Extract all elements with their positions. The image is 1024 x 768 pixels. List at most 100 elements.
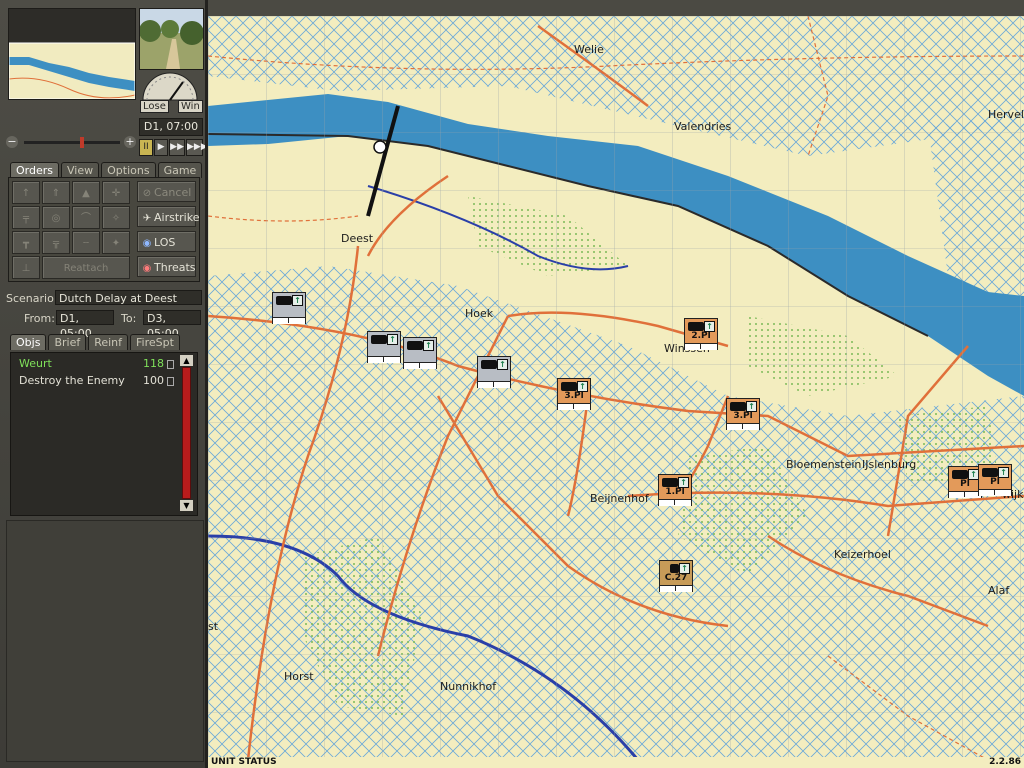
airstrike-button[interactable]: ✈ Airstrike: [137, 206, 200, 227]
cross-order-icon[interactable]: ┄: [72, 231, 100, 254]
tab-objs[interactable]: Objs: [10, 334, 47, 350]
tab-brief[interactable]: Brief: [48, 334, 87, 350]
bombard-order-icon[interactable]: ╦: [42, 231, 70, 254]
fast-move-order-icon[interactable]: ⇑: [42, 181, 70, 204]
unit-label: Pl: [960, 479, 970, 489]
scenario-label: Scenario:: [6, 292, 58, 305]
to-date-field: D3, 05:00: [143, 310, 201, 340]
scenario-name-field: Dutch Delay at Deest: [55, 290, 202, 305]
cancel-label: Cancel: [154, 186, 192, 199]
unit-counter[interactable]: ↑ Pl: [978, 464, 1012, 496]
unit-status-label: UNIT STATUS: [211, 757, 277, 767]
unit-counter[interactable]: ↑: [272, 292, 306, 324]
zoom-in-button[interactable]: +: [124, 136, 136, 148]
cancel-icon: ⊘: [142, 188, 152, 199]
unit-counter[interactable]: ↑ 1.Pl: [658, 474, 692, 506]
gauge-lose-label: Lose: [140, 100, 169, 113]
place-label-valendries: Valendries: [674, 120, 732, 133]
place-label-bloemenstein: Bloemenstein: [786, 458, 862, 471]
playback-controls: II ▶ ▶▶ ▶▶▶: [139, 139, 208, 156]
reattach-button[interactable]: Reattach: [42, 256, 130, 279]
place-label-horst: Horst: [284, 670, 314, 683]
checkbox-icon: [167, 376, 174, 386]
hold-order-icon[interactable]: ◎: [42, 206, 70, 229]
vehicle-icon: [952, 470, 968, 479]
place-label-beijnenhof: Beijnenhof: [590, 492, 649, 505]
place-label-keizerhoel: Keizerhoel: [834, 548, 891, 561]
fastest-button[interactable]: ▶▶▶: [186, 139, 208, 156]
support-order-icon[interactable]: ✦: [102, 231, 130, 254]
order-button-grid: ↑ ⇑ ▲ ✛ ╤ ◎ ⌒ ✧ ┳ ╦ ┄ ✦ ⊥ Reattach: [12, 181, 130, 279]
zoom-control[interactable]: − +: [6, 136, 136, 152]
place-label-herveld: Herveld: [988, 108, 1024, 121]
objective-row[interactable]: Weurt 118: [19, 357, 174, 370]
tab-view[interactable]: View: [61, 162, 100, 178]
zoom-slider-thumb[interactable]: [80, 137, 84, 148]
minimap[interactable]: [8, 8, 136, 100]
tactical-map[interactable]: Welie Valendries Herveld Deest Hoek Wins…: [208, 16, 1024, 760]
vehicle-icon: [276, 296, 292, 305]
zoom-slider-track[interactable]: [24, 141, 120, 144]
orders-panel: ↑ ⇑ ▲ ✛ ╤ ◎ ⌒ ✧ ┳ ╦ ┄ ✦ ⊥ Reattach ⊘ Canc…: [8, 177, 200, 282]
unit-counter[interactable]: ↑ C.27: [659, 560, 693, 592]
play-button[interactable]: ▶: [154, 139, 169, 156]
withdraw-order-icon[interactable]: ┳: [12, 231, 40, 254]
tab-reinf[interactable]: Reinf: [88, 334, 129, 350]
up-arrow-icon: ↑: [292, 295, 303, 306]
tab-orders[interactable]: Orders: [10, 162, 59, 178]
scroll-up-icon[interactable]: ▲: [180, 355, 193, 366]
tab-options[interactable]: Options: [101, 162, 156, 178]
fast-forward-button[interactable]: ▶▶: [169, 139, 185, 156]
threat-eye-icon: ◉: [142, 263, 152, 274]
up-arrow-icon: ↑: [387, 334, 398, 345]
los-label: LOS: [154, 236, 176, 249]
place-label-alaf: Alaf: [988, 584, 1010, 597]
pause-button[interactable]: II: [139, 139, 154, 156]
los-button[interactable]: ◉ LOS: [137, 231, 196, 252]
defend-order-icon[interactable]: ╤: [12, 206, 40, 229]
airstrike-icon: ✈: [142, 213, 152, 224]
main-tabs: Orders View Options Game: [10, 162, 203, 178]
scroll-down-icon[interactable]: ▼: [180, 500, 193, 511]
up-arrow-icon: ↑: [423, 340, 434, 351]
unit-counter[interactable]: ↑ 3.Pl: [726, 398, 760, 430]
objective-row[interactable]: Destroy the Enemy 100: [19, 374, 174, 387]
info-tabs: Objs Brief Reinf FireSpt: [10, 334, 180, 350]
unit-counter[interactable]: ↑: [477, 356, 511, 388]
place-label-welie: Welie: [574, 43, 604, 56]
gauge-win-label: Win: [178, 100, 203, 113]
vehicle-icon: [688, 322, 704, 331]
vehicle-icon: [982, 468, 998, 477]
unit-label: Pl: [990, 477, 1000, 487]
move-order-icon[interactable]: ↑: [12, 181, 40, 204]
unit-counter[interactable]: ↑ Pl: [948, 466, 982, 498]
detach-order-icon[interactable]: ⊥: [12, 256, 40, 279]
tab-game[interactable]: Game: [157, 162, 203, 178]
objectives-scrollbar[interactable]: ▲ ▼: [180, 355, 193, 511]
status-bar: UNIT STATUS 2.2.86: [208, 757, 1024, 768]
target-order-icon[interactable]: ✛: [102, 181, 130, 204]
mortar-icon: [670, 564, 679, 573]
airstrike-label: Airstrike: [154, 211, 200, 224]
threats-label: Threats: [154, 261, 196, 274]
dig-in-order-icon[interactable]: ⌒: [72, 206, 100, 229]
unit-counter[interactable]: ↑ 3.Pl: [557, 378, 591, 410]
unit-label: 3.Pl: [733, 411, 753, 421]
to-label: To:: [121, 312, 137, 325]
assault-order-icon[interactable]: ▲: [72, 181, 100, 204]
place-label-hoek: Hoek: [465, 307, 494, 320]
scroll-track[interactable]: [182, 367, 191, 499]
fire-order-icon[interactable]: ✧: [102, 206, 130, 229]
tank-icon: [561, 382, 577, 391]
unit-counter[interactable]: ↑: [403, 337, 437, 369]
zoom-out-button[interactable]: −: [6, 136, 18, 148]
unit-counter[interactable]: ↑ 2.Pl: [684, 318, 718, 350]
threats-button[interactable]: ◉ Threats: [137, 256, 196, 277]
unit-counter[interactable]: ↑: [367, 331, 401, 363]
tab-firespt[interactable]: FireSpt: [130, 334, 180, 350]
unit-label: C.27: [664, 573, 688, 583]
cancel-button[interactable]: ⊘ Cancel: [137, 181, 196, 202]
from-date-field: D1, 05:00: [56, 310, 114, 340]
unit-info-panel: [6, 520, 204, 762]
map-top-bar: [208, 0, 1024, 17]
